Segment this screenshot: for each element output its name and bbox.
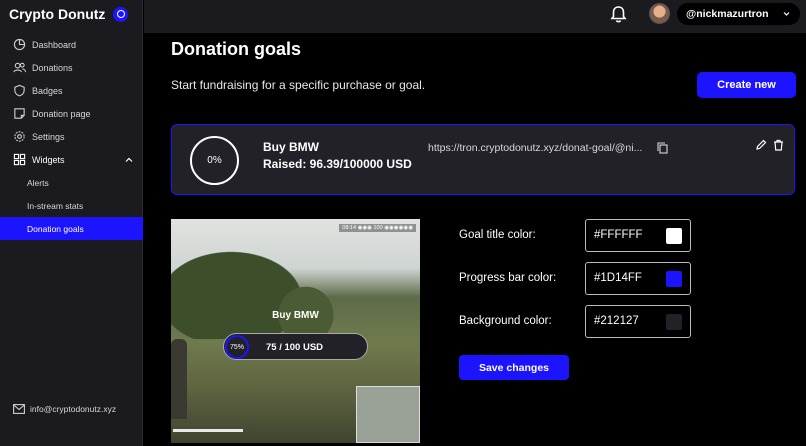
user-menu-button[interactable]: @nickmazurtron	[677, 3, 800, 25]
sidebar-item-label: Badges	[32, 85, 63, 96]
sidebar-item-label: Dashboard	[32, 39, 77, 50]
background-color-field[interactable]: #212127	[585, 305, 691, 338]
sidebar-item-donations[interactable]: Donations	[0, 56, 143, 79]
progress-bar-color-value: #1D14FF	[594, 272, 642, 284]
sidebar-item-label: Widgets	[32, 154, 65, 165]
username: @nickmazurtron	[686, 8, 769, 20]
contact-email[interactable]: info@cryptodonutz.xyz	[13, 404, 116, 414]
goal-title-color-label: Goal title color:	[459, 229, 536, 241]
sidebar-item-label: Donation page	[32, 108, 91, 119]
sidebar-item-label: Settings	[32, 131, 65, 142]
widget-progress-circle: 75%	[225, 335, 249, 359]
widget-goal-title: Buy BMW	[272, 310, 319, 321]
page-icon	[14, 108, 25, 119]
goal-title-color-swatch[interactable]	[666, 228, 682, 244]
widget-progress-bar: 75% 75 / 100 USD	[223, 333, 368, 360]
page-title: Donation goals	[171, 39, 301, 59]
preview-health-bar	[173, 429, 243, 432]
bell-icon[interactable]	[610, 5, 627, 24]
users-icon	[13, 62, 26, 73]
brand[interactable]: Crypto Donutz	[9, 6, 129, 22]
goal-name: Buy BMW	[263, 140, 319, 154]
background-color-label: Background color:	[459, 315, 552, 327]
trash-icon[interactable]	[773, 139, 784, 151]
chevron-down-icon	[783, 12, 790, 16]
sidebar-subitem-alerts[interactable]: Alerts	[0, 171, 143, 194]
top-bar: @nickmazurtron	[144, 0, 806, 33]
copy-icon[interactable]	[657, 142, 668, 154]
pencil-icon[interactable]	[755, 139, 767, 151]
dashboard-icon	[13, 38, 26, 51]
preview-soldier	[171, 339, 187, 419]
shield-icon	[14, 84, 25, 97]
sidebar-item-badges[interactable]: Badges	[0, 79, 143, 102]
page-subtitle: Start fundraising for a specific purchas…	[171, 78, 426, 92]
sidebar-subitem-in-stream-stats[interactable]: In-stream stats	[0, 194, 143, 217]
sidebar-item-settings[interactable]: Settings	[0, 125, 143, 148]
preview-tree	[271, 279, 341, 339]
goal-title-color-field[interactable]: #FFFFFF	[585, 219, 691, 252]
goal-raised: Raised: 96.39/100000 USD	[263, 157, 412, 171]
create-new-button[interactable]: Create new	[697, 72, 796, 98]
sidebar-nav: Dashboard Donations Badges Donation page…	[0, 33, 143, 240]
sidebar-item-label: Donations	[32, 62, 73, 73]
sidebar-item-donation-page[interactable]: Donation page	[0, 102, 143, 125]
progress-bar-color-field[interactable]: #1D14FF	[585, 262, 691, 295]
sidebar-subitem-label: Donation goals	[27, 223, 84, 234]
avatar[interactable]	[649, 3, 670, 24]
sidebar-subitem-label: In-stream stats	[27, 200, 84, 211]
chevron-up-icon	[125, 157, 133, 162]
gear-icon	[14, 131, 25, 142]
mail-icon	[13, 404, 25, 414]
preview-minimap	[356, 386, 420, 443]
app-title: Crypto Donutz	[9, 6, 106, 22]
contact-email-text: info@cryptodonutz.xyz	[30, 404, 117, 414]
grid-icon	[13, 153, 26, 166]
sidebar: Crypto Donutz Dashboard Donations Badges…	[0, 0, 143, 446]
widget-percent: 75%	[229, 343, 244, 351]
sidebar-subitem-donation-goals[interactable]: Donation goals	[0, 217, 143, 240]
save-changes-button[interactable]: Save changes	[459, 355, 569, 380]
sidebar-item-dashboard[interactable]: Dashboard	[0, 33, 143, 56]
progress-bar-color-label: Progress bar color:	[459, 272, 557, 284]
goal-url: https://tron.cryptodonutz.xyz/donat-goal…	[428, 142, 643, 154]
goal-percent: 0%	[207, 155, 222, 166]
background-color-value: #212127	[594, 315, 639, 327]
goal-progress-ring: 0%	[190, 136, 239, 185]
donut-logo-icon	[113, 6, 129, 22]
progress-bar-color-swatch[interactable]	[666, 271, 682, 287]
widget-amount: 75 / 100 USD	[266, 342, 324, 353]
goal-title-color-value: #FFFFFF	[594, 229, 643, 241]
background-color-swatch[interactable]	[666, 314, 682, 330]
goal-card[interactable]: 0% Buy BMW Raised: 96.39/100000 USD http…	[171, 124, 795, 195]
sidebar-item-widgets[interactable]: Widgets	[0, 148, 143, 171]
preview-hud: 08:14 ◉◉◉ 100 ◉◉◉◉◉◉	[339, 224, 416, 232]
widget-preview: 08:14 ◉◉◉ 100 ◉◉◉◉◉◉ Buy BMW 75% 75 / 10…	[171, 219, 420, 443]
sidebar-subitem-label: Alerts	[27, 177, 49, 188]
